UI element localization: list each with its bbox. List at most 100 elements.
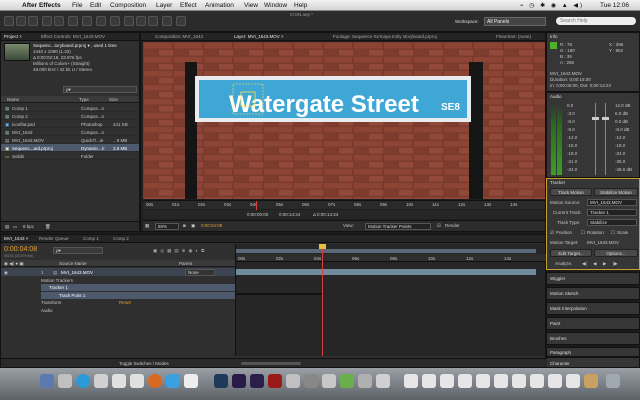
app-menu[interactable]: After Effects	[22, 2, 61, 9]
project-item[interactable]: ▤ MVI_1643.MOV QuickTi...ie ...9 MB	[1, 136, 139, 144]
out-point-time[interactable]: 0:00:14:24	[279, 212, 300, 217]
chrome-icon[interactable]	[184, 374, 198, 388]
mask-tool-icon[interactable]	[82, 16, 92, 26]
type-tool-icon[interactable]	[110, 16, 120, 26]
trash-icon[interactable]	[606, 374, 620, 388]
mail-icon[interactable]	[94, 374, 108, 388]
brush-tool-icon[interactable]	[124, 16, 134, 26]
current-track-select[interactable]: Tracker 1	[587, 209, 637, 216]
puppet-tool-icon[interactable]	[176, 16, 186, 26]
menu-window[interactable]: Window	[264, 2, 287, 9]
rotate-tool-icon[interactable]	[42, 16, 52, 26]
view-select[interactable]: Motion Tracker Points	[365, 223, 431, 230]
eye-icon[interactable]: ◉	[4, 270, 8, 276]
layer-row[interactable]: ◉ 1 ▤ MVI_1643.MOV None	[1, 268, 235, 276]
menu-help[interactable]: Help	[294, 2, 307, 9]
track-type-select[interactable]: Stabilize	[587, 219, 637, 226]
character-panel[interactable]: Character	[546, 357, 640, 368]
search-help-input[interactable]: Search Help	[556, 17, 636, 25]
zoom-tool-icon[interactable]	[28, 16, 38, 26]
minimized-window-icon[interactable]	[422, 374, 436, 388]
app-icon[interactable]	[358, 374, 372, 388]
column-source-name[interactable]: Source Name	[59, 261, 87, 266]
app-icon[interactable]	[304, 374, 318, 388]
app-icon[interactable]	[322, 374, 336, 388]
project-item[interactable]: ▣ iconflat.psd Photoshop 441 KB	[1, 120, 139, 128]
menu-edit[interactable]: Edit	[90, 2, 101, 9]
pen-tool-icon[interactable]	[96, 16, 106, 26]
layer-duration-bar[interactable]	[236, 269, 536, 275]
layer-time-ruler[interactable]: 00s 01s 02s 03s 04s 05s 06s 07s 08s 09s …	[143, 200, 545, 210]
app-icon[interactable]	[286, 374, 300, 388]
tree-transform[interactable]: Transform	[41, 300, 61, 305]
clone-tool-icon[interactable]	[136, 16, 146, 26]
bpc-button[interactable]: 8 bpc	[23, 224, 34, 229]
work-area-bar[interactable]	[236, 249, 536, 253]
new-folder-icon[interactable]: ▭	[13, 224, 17, 230]
analyze-back-frame-icon[interactable]: ◀|	[582, 261, 587, 267]
status-icons[interactable]: ⌁ ◷ ✱ ◉ ▲ ◀)	[520, 2, 584, 9]
interpret-footage-icon[interactable]: ▤	[5, 224, 9, 230]
selection-tool-icon[interactable]	[4, 16, 14, 26]
timeline-ruler[interactable]: 00s 02s 04s 06s 08s 10s 12s 14s	[236, 254, 546, 262]
position-checkbox[interactable]: ☑	[550, 230, 554, 236]
render-checkbox[interactable]: ☑	[437, 223, 441, 229]
project-item[interactable]: ▦ Comp 2 Compos...n	[1, 112, 139, 120]
edit-target-button[interactable]: Edit Target...	[550, 249, 592, 257]
audio-slider-right[interactable]	[602, 117, 609, 120]
viewer-current-time[interactable]: 0:00:04:08	[201, 223, 222, 228]
audio-slider-left[interactable]	[592, 117, 599, 120]
skype-icon[interactable]	[76, 374, 90, 388]
footage-frame[interactable]: Watergate Street SE8	[143, 42, 545, 199]
mask-interpolation-panel[interactable]: Mask Interpolation	[546, 302, 640, 315]
after-effects-icon[interactable]	[250, 374, 264, 388]
app-store-icon[interactable]	[166, 374, 180, 388]
grid-icon[interactable]: ▦	[145, 223, 149, 229]
parent-select[interactable]: None	[185, 269, 215, 276]
minimized-window-icon[interactable]	[566, 374, 580, 388]
eraser-tool-icon[interactable]	[148, 16, 158, 26]
minimized-window-icon[interactable]	[530, 374, 544, 388]
tab-comp-1[interactable]: Comp 1	[83, 236, 99, 241]
hand-tool-icon[interactable]	[16, 16, 26, 26]
minimized-window-icon[interactable]	[440, 374, 454, 388]
minimized-window-icon[interactable]	[476, 374, 490, 388]
menu-effect[interactable]: Effect	[180, 2, 197, 9]
tree-tracker-1-row[interactable]: Tracker 1	[41, 284, 235, 291]
premiere-icon[interactable]	[232, 374, 246, 388]
analyze-backward-icon[interactable]: ◀	[593, 261, 596, 267]
timeline-search-input[interactable]: ρ▾	[53, 247, 103, 254]
show-snapshot-icon[interactable]: ▣	[191, 223, 195, 229]
calendar-icon[interactable]	[112, 374, 126, 388]
pan-behind-tool-icon[interactable]	[68, 16, 78, 26]
track-area[interactable]: 00s 02s 04s 06s 08s 10s 12s 14s	[235, 244, 546, 356]
app-icon[interactable]	[340, 374, 354, 388]
viewer-playhead[interactable]	[256, 201, 257, 210]
transform-reset-link[interactable]: Reset	[119, 300, 131, 305]
tree-audio[interactable]: Audio	[41, 308, 53, 313]
camera-tool-icon[interactable]	[54, 16, 64, 26]
scale-checkbox[interactable]: ☐	[611, 230, 615, 236]
tab-render-queue[interactable]: Render Queue	[39, 236, 69, 241]
launchpad-icon[interactable]	[58, 374, 72, 388]
duration-time[interactable]: Δ 0:00:14:24	[313, 212, 338, 217]
safari-icon[interactable]	[130, 374, 144, 388]
motion-source-select[interactable]: MVI_1643.MOV	[587, 199, 637, 206]
options-button[interactable]: Options...	[594, 249, 638, 257]
minimized-window-icon[interactable]	[512, 374, 526, 388]
workspace-select[interactable]: All Panels	[484, 17, 546, 26]
menu-layer[interactable]: Layer	[156, 2, 172, 9]
zoom-slider[interactable]	[241, 362, 301, 365]
minimized-window-icon[interactable]	[458, 374, 472, 388]
minimized-window-icon[interactable]	[404, 374, 418, 388]
tab-effect-controls[interactable]: Effect Controls: MVI_1643.MOV	[41, 34, 105, 39]
firefox-icon[interactable]	[148, 374, 162, 388]
in-point-time[interactable]: 0:00:00:00	[247, 212, 268, 217]
project-item[interactable]: ▦ Comp 1 Compos...n	[1, 104, 139, 112]
playhead-handle[interactable]	[319, 244, 326, 249]
app-icon[interactable]	[376, 374, 390, 388]
layer-name[interactable]: MVI_1643.MOV	[61, 270, 93, 275]
column-name[interactable]: Name	[7, 97, 19, 102]
tab-composition[interactable]: Composition: MVI_1643	[155, 34, 203, 39]
tab-footage[interactable]: Footage: Sequence 01/maya trolly storybo…	[333, 34, 437, 39]
